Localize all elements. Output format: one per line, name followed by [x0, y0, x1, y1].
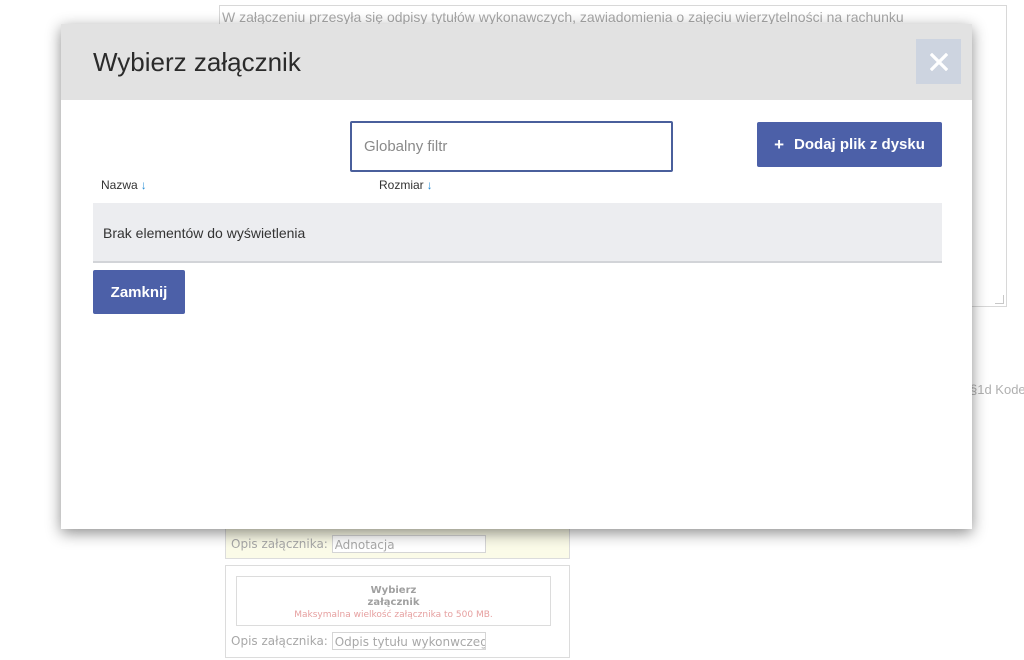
attachment-description-row: Opis załącznika: Odpis tytułu wykonwczeg…: [231, 632, 486, 650]
sort-down-arrow-icon: ↓: [140, 178, 147, 192]
background-textarea-text: W załączeniu przesyła się odpisy tytułów…: [222, 9, 904, 25]
sort-down-arrow-icon: ↓: [426, 178, 433, 192]
background-side-text: §1d Kode: [970, 382, 1024, 397]
attachment-description-field[interactable]: Odpis tytułu wykonwczego: [331, 632, 486, 650]
choose-attachment-modal: Wybierz załącznik + Dodaj plik z dysku N…: [61, 24, 972, 529]
column-header-label: Nazwa: [101, 178, 138, 192]
max-size-note: Maksymalna wielkość załącznika to 500 MB…: [294, 610, 493, 620]
modal-title: Wybierz załącznik: [93, 47, 301, 77]
plus-icon: +: [774, 134, 785, 154]
choose-attachment-label: Wybierz załącznik: [367, 585, 420, 608]
attachment-description-row: Opis załącznika: Adnotacja: [231, 535, 486, 553]
background-attachment-card: Wybierz załącznik Maksymalna wielkość za…: [225, 565, 570, 658]
attachment-description-field[interactable]: Adnotacja: [331, 535, 486, 553]
column-header-name[interactable]: Nazwa ↓: [101, 178, 147, 192]
attachment-description-label: Opis załącznika:: [231, 634, 328, 648]
close-button[interactable]: [916, 39, 961, 84]
add-file-from-disk-button[interactable]: + Dodaj plik z dysku: [757, 122, 942, 167]
column-header-label: Rozmiar: [379, 178, 424, 192]
add-file-button-label: Dodaj plik z dysku: [794, 136, 925, 153]
attachment-description-label: Opis załącznika:: [231, 537, 328, 551]
close-dialog-button[interactable]: Zamknij: [93, 270, 185, 314]
column-header-size[interactable]: Rozmiar ↓: [379, 178, 433, 192]
resize-grip-icon[interactable]: [995, 295, 1004, 304]
empty-message: Brak elementów do wyświetlenia: [103, 225, 306, 241]
choose-attachment-box[interactable]: Wybierz załącznik Maksymalna wielkość za…: [236, 576, 551, 626]
modal-header: Wybierz załącznik: [61, 24, 972, 100]
global-filter-input[interactable]: [350, 121, 673, 172]
close-icon: [929, 52, 948, 71]
empty-table-row: Brak elementów do wyświetlenia: [93, 203, 942, 263]
